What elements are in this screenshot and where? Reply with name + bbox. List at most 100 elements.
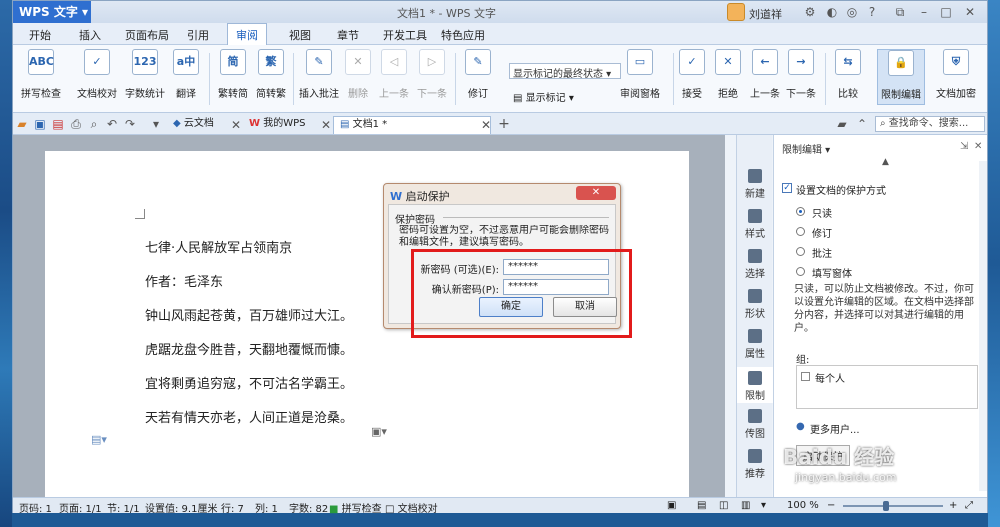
view-web-icon[interactable]: ◫ <box>719 500 728 511</box>
share-icon[interactable]: ◎ <box>845 5 859 19</box>
side-tab-restrict[interactable]: 限制 <box>737 367 773 403</box>
translate-button[interactable]: a中 翻译 <box>171 49 201 105</box>
panel-scrollbar[interactable] <box>979 161 987 491</box>
simp-to-trad-button[interactable]: 繁简转繁 <box>253 49 289 105</box>
skin-icon[interactable]: ◐ <box>825 5 839 19</box>
tab-document1[interactable]: ▤ 文档1 * <box>333 116 491 134</box>
delete-comment-button[interactable]: ✕ 删除 <box>343 49 373 105</box>
restrict-edit-button[interactable]: 🔒 限制编辑 <box>877 49 925 105</box>
panel-close-icon[interactable]: ✕ <box>974 141 982 152</box>
doc-verse-line[interactable]: 虎踞龙盘今胜昔，天翻地覆慨而慷。 <box>145 339 353 358</box>
minimize-icon[interactable]: – <box>917 5 931 19</box>
tab-cloud-docs[interactable]: ◆ 云文档 <box>167 116 220 134</box>
tab-review[interactable]: 审阅 <box>227 23 267 45</box>
side-tab-properties[interactable]: 属性 <box>737 329 773 360</box>
maximize-icon[interactable]: □ <box>939 5 953 19</box>
side-tab-recommend[interactable]: 推荐 <box>737 449 773 480</box>
radio-revise[interactable] <box>796 227 805 236</box>
show-markup-button[interactable]: ▤ 显示标记 ▾ <box>513 89 574 104</box>
tab-references[interactable]: 引用 <box>187 27 209 43</box>
word-count-button[interactable]: 123 字数统计 <box>123 49 167 105</box>
side-tab-style[interactable]: 样式 <box>737 209 773 240</box>
trad-to-simp-button[interactable]: 简繁转简 <box>215 49 251 105</box>
everyone-checkbox[interactable] <box>801 372 810 381</box>
revise-button[interactable]: ✎ 修订 <box>461 49 495 105</box>
panel-pin-icon[interactable]: ⇲ <box>960 141 968 152</box>
close-icon[interactable]: ✕ <box>963 5 977 19</box>
compare-button[interactable]: ⇆ 比较 <box>831 49 865 105</box>
print-preview-icon[interactable]: ⌕ <box>87 117 101 131</box>
collapse-up-icon[interactable]: ▲ <box>882 157 889 167</box>
tab-start[interactable]: 开始 <box>29 27 51 43</box>
paragraph-options-icon[interactable]: ▤▾ <box>91 433 107 446</box>
zoom-level[interactable]: 100 % <box>787 500 819 511</box>
restore-window-icon[interactable]: ⧉ <box>893 5 907 19</box>
next-change-button[interactable]: → 下一条 <box>785 49 817 105</box>
view-outline-icon[interactable]: ▤ <box>697 500 706 511</box>
view-page-icon[interactable]: ▣ <box>667 500 676 511</box>
tab-page-layout[interactable]: 页面布局 <box>125 27 169 43</box>
view-reading-icon[interactable]: ▥ <box>741 500 750 511</box>
paste-options-icon[interactable]: ▣▾ <box>371 425 387 438</box>
side-tab-select[interactable]: 选择 <box>737 249 773 280</box>
next-comment-button[interactable]: ▷ 下一条 <box>415 49 449 105</box>
reject-button[interactable]: ✕ 拒绝 <box>713 49 743 105</box>
new-tab-icon[interactable]: + <box>497 117 511 131</box>
tab-view[interactable]: 视图 <box>289 27 311 43</box>
zoom-slider[interactable] <box>843 505 943 507</box>
message-icon[interactable]: ▰ <box>835 117 849 131</box>
wps-menu-button[interactable]: WPS 文字 ▾ <box>13 1 91 23</box>
fit-window-icon[interactable]: ⤢ <box>965 500 973 511</box>
undo-icon[interactable]: ↶ <box>105 117 119 131</box>
previous-comment-button[interactable]: ◁ 上一条 <box>377 49 411 105</box>
save-icon[interactable]: ▣ <box>33 117 47 131</box>
tab-special[interactable]: 特色应用 <box>441 27 485 43</box>
help-icon[interactable]: ? <box>865 5 879 19</box>
pin-icon[interactable]: ⌃ <box>855 117 869 131</box>
doc-title-line[interactable]: 七律·人民解放军占领南京 <box>145 237 292 256</box>
doc-verse-line[interactable]: 宜将剩勇追穷寇，不可沽名学霸王。 <box>145 373 353 392</box>
zoom-out-icon[interactable]: − <box>827 500 835 511</box>
status-spell-check[interactable]: ■ 拼写检查 <box>329 500 382 515</box>
print-icon[interactable]: ⎙ <box>69 117 83 131</box>
side-tab-new[interactable]: 新建 <box>737 169 773 200</box>
side-tab-shape[interactable]: 形状 <box>737 289 773 320</box>
tab-insert[interactable]: 插入 <box>79 27 101 43</box>
command-search-input[interactable]: ⌕ 查找命令、搜索... <box>875 116 985 132</box>
doc-verse-line[interactable]: 钟山风雨起苍黄，百万雄师过大江。 <box>145 305 353 324</box>
review-pane-button[interactable]: ▭ 审阅窗格 <box>617 49 663 105</box>
more-users-link[interactable]: 更多用户... <box>810 421 860 436</box>
doc-check-button[interactable]: ✓ 文档校对 <box>75 49 119 105</box>
doc-author-line[interactable]: 作者：毛泽东 <box>145 271 223 290</box>
settings-icon[interactable]: ⚙ <box>803 5 817 19</box>
doc-verse-line[interactable]: 天若有情天亦老，人间正道是沧桑。 <box>145 407 353 426</box>
export-pdf-icon[interactable]: ▤ <box>51 117 65 131</box>
encrypt-doc-button[interactable]: ⛨ 文档加密 <box>931 49 981 105</box>
close-tab-icon[interactable]: ✕ <box>479 118 493 132</box>
chevron-down-icon[interactable]: ▾ <box>149 117 163 131</box>
markup-state-select[interactable]: 显示标记的最终状态 ▾ <box>509 63 621 80</box>
previous-change-button[interactable]: ← 上一条 <box>749 49 781 105</box>
view-mode-dropdown-icon[interactable]: ▾ <box>761 500 766 511</box>
radio-fill-form[interactable] <box>796 267 805 276</box>
open-folder-icon[interactable]: ▰ <box>15 117 29 131</box>
tab-chapter[interactable]: 章节 <box>337 27 359 43</box>
redo-icon[interactable]: ↷ <box>123 117 137 131</box>
tab-my-wps[interactable]: W 我的WPS <box>243 116 311 134</box>
dialog-close-button[interactable]: ✕ <box>576 186 616 200</box>
status-doc-check[interactable]: □ 文档校对 <box>385 500 438 515</box>
panel-title[interactable]: 限制编辑 ▾ <box>782 141 830 156</box>
status-word-count[interactable]: 字数: 82 <box>289 500 328 515</box>
radio-comment[interactable] <box>796 247 805 256</box>
spell-check-button[interactable]: ABC 拼写检查 <box>19 49 63 105</box>
insert-comment-button[interactable]: ✎ 插入批注 <box>297 49 341 105</box>
close-tab-icon[interactable]: ✕ <box>229 118 243 132</box>
avatar[interactable] <box>727 3 745 21</box>
protect-checkbox[interactable]: ✓ <box>782 183 792 193</box>
tab-developer[interactable]: 开发工具 <box>383 27 427 43</box>
side-tab-upload-image[interactable]: 传图 <box>737 409 773 440</box>
zoom-slider-handle[interactable] <box>883 501 889 511</box>
accept-button[interactable]: ✓ 接受 <box>677 49 707 105</box>
radio-readonly[interactable] <box>796 207 805 216</box>
zoom-in-icon[interactable]: + <box>949 500 957 511</box>
